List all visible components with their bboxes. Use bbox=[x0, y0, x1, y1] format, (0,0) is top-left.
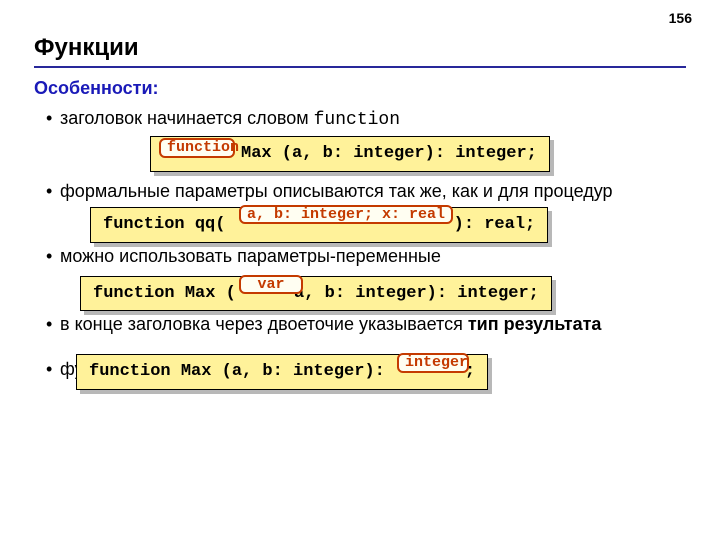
code-text: Max (a, b: integer): integer; bbox=[241, 144, 537, 163]
inline-code: function bbox=[314, 110, 400, 130]
list-item: заголовок начинается словом function fun… bbox=[38, 107, 686, 172]
list-item: формальные параметры описываются так же,… bbox=[38, 180, 686, 243]
list-item: в конце заголовка через двоеточие указыв… bbox=[38, 313, 686, 336]
list-item: можно использовать параметры-переменные … bbox=[38, 245, 686, 312]
title-rule bbox=[34, 66, 686, 68]
code-box: function Max (a, b: integer): integer; bbox=[150, 136, 550, 172]
code-text: ): real; bbox=[454, 215, 536, 234]
bullet-text: можно использовать параметры-переменные bbox=[60, 246, 441, 266]
code-text: function qq( bbox=[103, 215, 236, 234]
bullet-text: заголовок начинается словом bbox=[60, 108, 314, 128]
highlight-type: integer bbox=[397, 353, 469, 373]
highlight-params: a, b: integer; x: real bbox=[239, 205, 453, 225]
code-box: function qq( ): real; a, b: integer; x: … bbox=[90, 207, 548, 243]
highlight-var: var bbox=[239, 275, 303, 295]
bullet-text: в конце заголовка через двоеточие указыв… bbox=[60, 314, 468, 334]
bullet-list: заголовок начинается словом function fun… bbox=[34, 107, 686, 381]
page-number: 156 bbox=[669, 10, 692, 26]
bullet-text-bold: тип результата bbox=[468, 314, 602, 334]
code-box: function Max (a, b: integer):; integer bbox=[76, 354, 488, 390]
list-item: функ ммы function Max (a, b: integer):; … bbox=[38, 358, 686, 381]
bullet-text: формальные параметры описываются так же,… bbox=[60, 181, 613, 201]
highlight-keyword: function bbox=[159, 138, 235, 158]
section-subhead: Особенности: bbox=[34, 78, 686, 99]
code-box: function Max ( a, b: integer): integer; … bbox=[80, 276, 552, 312]
page-title: Функции bbox=[34, 34, 686, 62]
code-text: a, b: integer): integer; bbox=[284, 284, 539, 303]
code-text: function Max (a, b: integer): bbox=[89, 362, 385, 381]
code-text: function Max ( bbox=[93, 284, 236, 303]
